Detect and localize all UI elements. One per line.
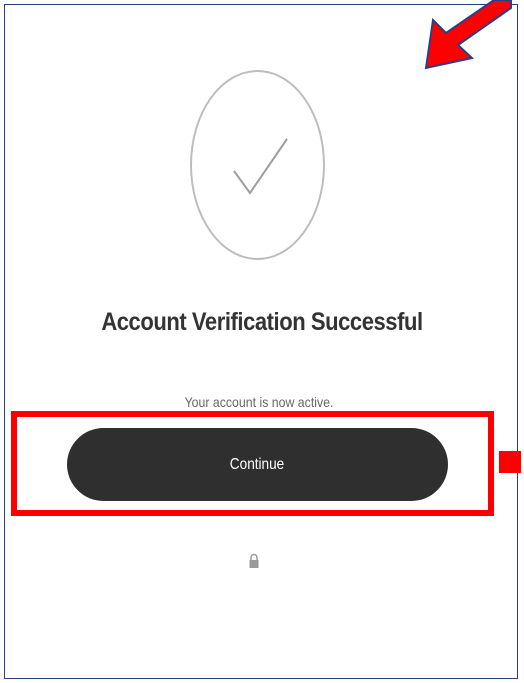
- annotation-highlight-box: [11, 411, 494, 516]
- annotation-marker: [499, 451, 521, 473]
- status-message: Your account is now active.: [184, 394, 334, 410]
- page-title: Account Verification Successful: [101, 308, 423, 336]
- lock-icon: [248, 553, 260, 574]
- red-arrow-icon: [410, 0, 515, 80]
- success-check-icon: [190, 70, 325, 260]
